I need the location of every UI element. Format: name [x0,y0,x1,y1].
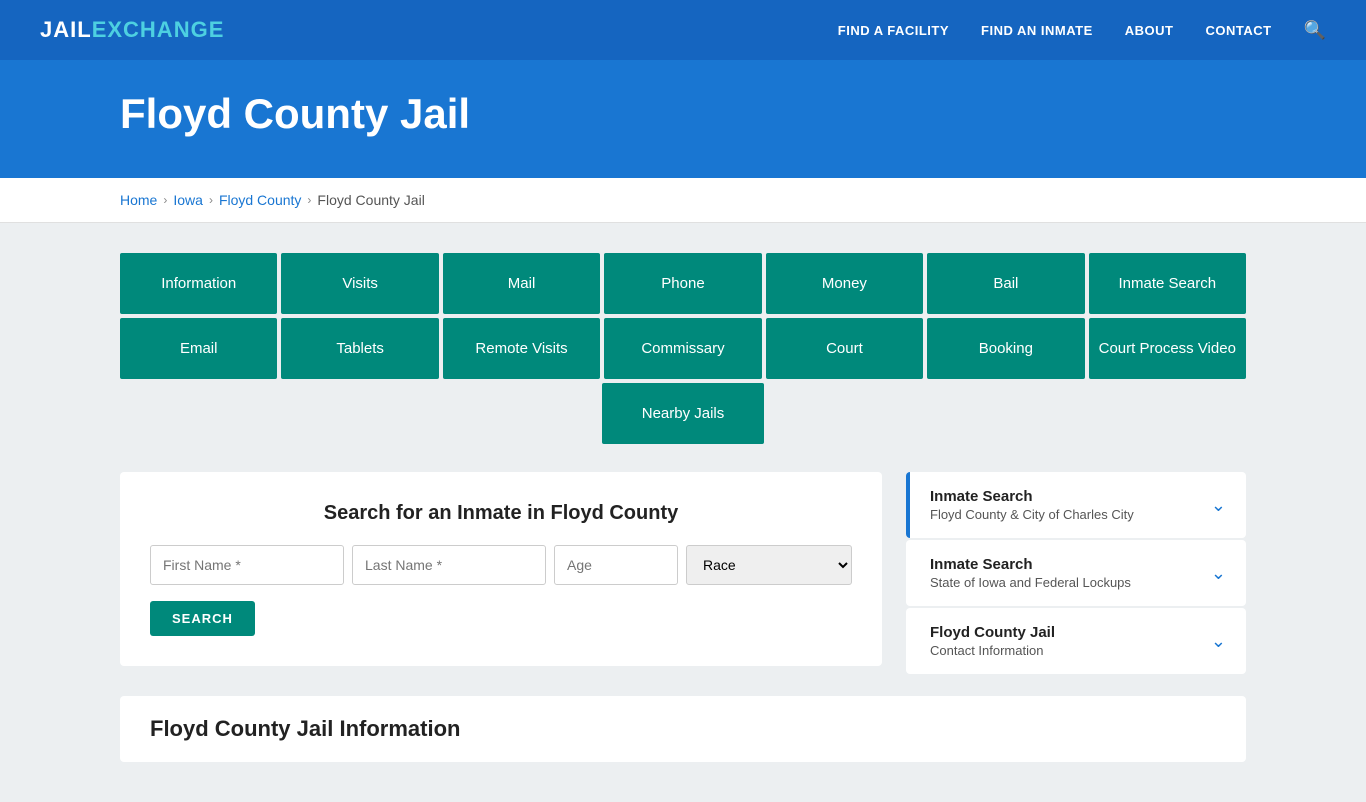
chevron-icon-2: ⌄ [1211,631,1226,652]
last-name-input[interactable] [352,545,546,585]
btn-booking[interactable]: Booking [927,318,1084,379]
sidebar-card-header-0[interactable]: Inmate Search Floyd County & City of Cha… [906,472,1246,538]
sidebar-card-header-1[interactable]: Inmate Search State of Iowa and Federal … [906,540,1246,606]
breadcrumb-sep-1: › [163,193,167,207]
race-select[interactable]: Race White Black Hispanic Asian Other [686,545,852,585]
logo[interactable]: JAIL EXCHANGE [40,17,224,43]
buttons-row2: Email Tablets Remote Visits Commissary C… [120,318,1246,379]
btn-bail[interactable]: Bail [927,253,1084,314]
header: JAIL EXCHANGE FIND A FACILITY FIND AN IN… [0,0,1366,60]
logo-exchange: EXCHANGE [92,17,225,43]
sidebar-card-title-2: Floyd County Jail Contact Information [930,624,1055,658]
btn-email[interactable]: Email [120,318,277,379]
btn-inmate-search[interactable]: Inmate Search [1089,253,1246,314]
btn-tablets[interactable]: Tablets [281,318,438,379]
sidebar-card-title-0: Inmate Search Floyd County & City of Cha… [930,488,1134,522]
sidebar-card-title-1: Inmate Search State of Iowa and Federal … [930,556,1131,590]
breadcrumb-home[interactable]: Home [120,192,157,208]
btn-information[interactable]: Information [120,253,277,314]
sidebar-main-title-2: Floyd County Jail [930,624,1055,641]
nav-about[interactable]: ABOUT [1125,23,1174,38]
chevron-icon-1: ⌄ [1211,563,1226,584]
breadcrumb-current: Floyd County Jail [317,192,424,208]
btn-court-process-video[interactable]: Court Process Video [1089,318,1246,379]
hero-section: Floyd County Jail [0,60,1366,178]
nav-contact[interactable]: CONTACT [1205,23,1271,38]
age-input[interactable] [554,545,678,585]
logo-jail: JAIL [40,17,92,43]
sidebar-main-title-1: Inmate Search [930,556,1131,573]
sidebar-card-header-2[interactable]: Floyd County Jail Contact Information ⌄ [906,608,1246,674]
sidebar-sub-title-0: Floyd County & City of Charles City [930,507,1134,522]
btn-commissary[interactable]: Commissary [604,318,761,379]
btn-mail[interactable]: Mail [443,253,600,314]
search-title: Search for an Inmate in Floyd County [150,502,852,525]
sidebar-card-1: Inmate Search State of Iowa and Federal … [906,540,1246,606]
search-fields: Race White Black Hispanic Asian Other [150,545,852,585]
sidebar-card-2: Floyd County Jail Contact Information ⌄ [906,608,1246,674]
sidebar-sub-title-1: State of Iowa and Federal Lockups [930,575,1131,590]
breadcrumb-sep-2: › [209,193,213,207]
jail-info-section: Floyd County Jail Information [120,696,1246,762]
sidebar-sub-title-2: Contact Information [930,643,1055,658]
buttons-row3: Nearby Jails [120,383,1246,444]
main-nav: FIND A FACILITY FIND AN INMATE ABOUT CON… [838,20,1326,41]
breadcrumb-floyd-county[interactable]: Floyd County [219,192,301,208]
search-box: Search for an Inmate in Floyd County Rac… [120,472,882,666]
first-name-input[interactable] [150,545,344,585]
breadcrumb-iowa[interactable]: Iowa [173,192,203,208]
btn-phone[interactable]: Phone [604,253,761,314]
sidebar: Inmate Search Floyd County & City of Cha… [906,472,1246,676]
sidebar-card-0: Inmate Search Floyd County & City of Cha… [906,472,1246,538]
btn-remote-visits[interactable]: Remote Visits [443,318,600,379]
buttons-row1: Information Visits Mail Phone Money Bail… [120,253,1246,314]
page-title: Floyd County Jail [120,90,1326,138]
btn-visits[interactable]: Visits [281,253,438,314]
sidebar-main-title-0: Inmate Search [930,488,1134,505]
breadcrumb: Home › Iowa › Floyd County › Floyd Count… [0,178,1366,223]
search-icon[interactable]: 🔍 [1304,20,1326,41]
breadcrumb-sep-3: › [307,193,311,207]
bottom-section: Search for an Inmate in Floyd County Rac… [120,472,1246,676]
jail-info-heading: Floyd County Jail Information [150,716,1216,742]
btn-money[interactable]: Money [766,253,923,314]
btn-court[interactable]: Court [766,318,923,379]
btn-nearby-jails[interactable]: Nearby Jails [602,383,765,444]
nav-find-facility[interactable]: FIND A FACILITY [838,23,949,38]
main-content: Information Visits Mail Phone Money Bail… [0,223,1366,802]
chevron-icon-0: ⌄ [1211,495,1226,516]
search-button[interactable]: SEARCH [150,601,255,636]
nav-find-inmate[interactable]: FIND AN INMATE [981,23,1093,38]
